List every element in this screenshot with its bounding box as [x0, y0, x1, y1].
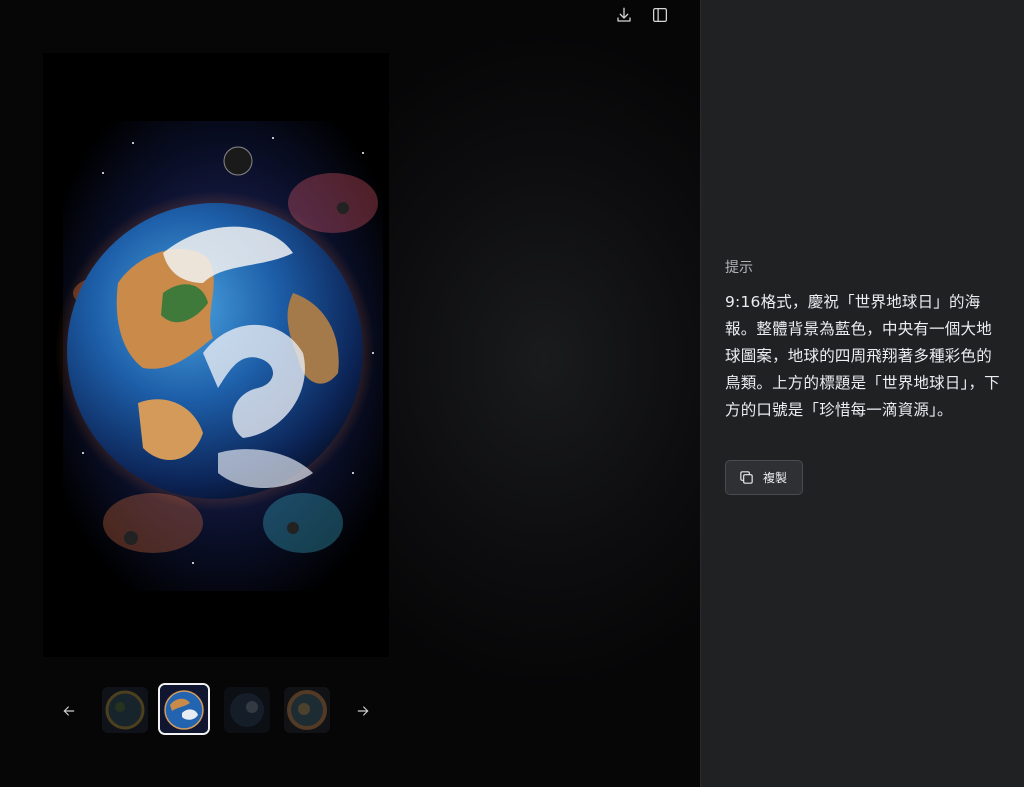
previous-image-button[interactable] — [56, 698, 82, 724]
sidebar-toggle-icon — [652, 7, 668, 23]
thumbnail-2-selected[interactable] — [158, 683, 210, 735]
sidebar-toggle-button[interactable] — [647, 2, 673, 28]
download-icon — [617, 7, 631, 22]
download-button[interactable] — [611, 2, 637, 28]
thumbnail-image — [224, 687, 270, 733]
prompt-side-panel: 提示 9:16格式，慶祝「世界地球日」的海報。整體背景為藍色，中央有一個大地球圖… — [700, 0, 1024, 787]
arrow-right-icon — [357, 706, 369, 716]
thumbnail-4[interactable] — [284, 687, 330, 733]
arrow-left-icon — [63, 706, 75, 716]
next-image-button[interactable] — [350, 698, 376, 724]
thumbnail-image — [102, 687, 148, 733]
copy-prompt-button[interactable]: 複製 — [725, 460, 803, 495]
copy-icon — [740, 471, 753, 484]
thumbnail-image — [160, 685, 208, 733]
thumbnail-1[interactable] — [102, 687, 148, 733]
thumbnail-3[interactable] — [224, 687, 270, 733]
prompt-heading: 提示 — [725, 260, 753, 276]
earth-poster-image — [43, 53, 389, 657]
prompt-text: 9:16格式，慶祝「世界地球日」的海報。整體背景為藍色，中央有一個大地球圖案，地… — [725, 293, 1000, 419]
thumbnail-image — [284, 687, 330, 733]
app-root: 提示 9:16格式，慶祝「世界地球日」的海報。整體背景為藍色，中央有一個大地球圖… — [0, 0, 1024, 787]
image-viewer — [0, 0, 700, 787]
copy-button-label: 複製 — [763, 471, 788, 485]
main-image — [43, 53, 389, 657]
